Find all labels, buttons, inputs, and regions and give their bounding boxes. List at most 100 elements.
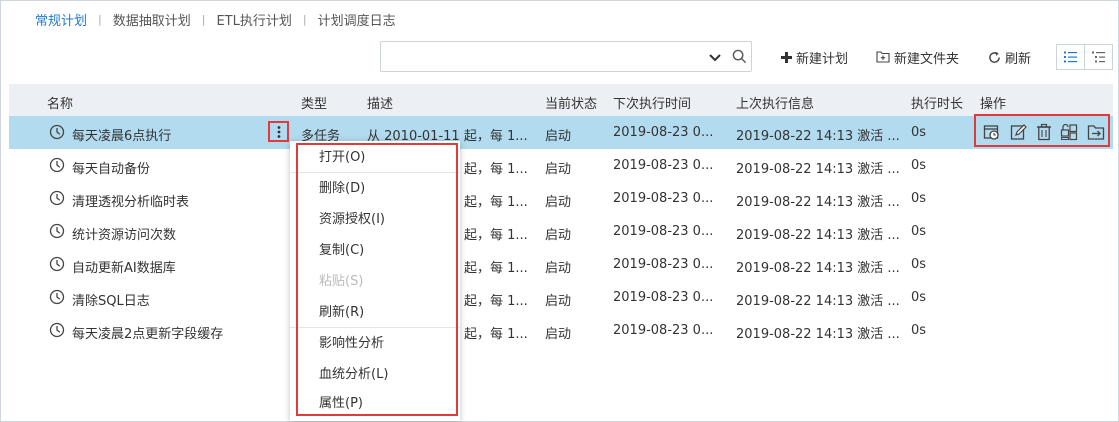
cell-status: 启动 bbox=[545, 228, 572, 243]
list-view-button[interactable] bbox=[1057, 45, 1085, 69]
cell-desc: 起，每 1... bbox=[464, 228, 528, 243]
delete-icon[interactable] bbox=[1035, 123, 1053, 141]
table-row[interactable]: 每天凌晨2点更新字段缓存 起，每 1... 启动 2019-08-23 0... 201… bbox=[9, 314, 1113, 347]
tab-data-extract-plan[interactable]: 数据抽取计划 bbox=[113, 10, 191, 29]
table-row[interactable]: 清除SQL日志 起，每 1... 启动 2019-08-23 0... 2019-08-… bbox=[9, 281, 1113, 314]
tab-bar: 常规计划 | 数据抽取计划 | ETL执行计划 | 计划调度日志 bbox=[35, 9, 396, 29]
cell-name: 自动更新AI数据库 bbox=[72, 261, 176, 276]
clock-icon bbox=[49, 289, 65, 305]
cell-next-run: 2019-08-23 0... bbox=[613, 125, 714, 140]
new-folder-label: 新建文件夹 bbox=[894, 51, 960, 67]
menu-item[interactable]: 影响性分析 bbox=[290, 329, 460, 359]
new-plan-button[interactable]: 新建计划 bbox=[781, 47, 848, 67]
cell-desc: 起，每 1... bbox=[464, 195, 528, 210]
clock-icon bbox=[49, 190, 65, 206]
cell-last-info: 2019-08-22 14:13 激活 ... bbox=[736, 261, 900, 276]
menu-item[interactable]: 复制(C) bbox=[290, 236, 460, 266]
clock-icon bbox=[49, 124, 65, 140]
cell-next-run: 2019-08-23 0... bbox=[613, 290, 714, 305]
table-row[interactable]: 自动更新AI数据库 起，每 1... 启动 2019-08-23 0... 2019-0… bbox=[9, 248, 1113, 281]
chevron-down-icon[interactable] bbox=[708, 50, 722, 64]
table-row[interactable]: 每天自动备份 起，每 1... 启动 2019-08-23 0... 2019-08-2… bbox=[9, 149, 1113, 182]
cell-last-info: 2019-08-22 14:13 激活 ... bbox=[736, 228, 900, 243]
cell-last-info: 2019-08-22 14:13 激活 ... bbox=[736, 327, 900, 342]
table-row[interactable]: 统计资源访问次数 起，每 1... 启动 2019-08-23 0... 2019-08… bbox=[9, 215, 1113, 248]
table-header: 名称 类型 描述 当前状态 下次执行时间 上次执行信息 执行时长 操作 bbox=[9, 84, 1113, 117]
clock-icon bbox=[49, 223, 65, 239]
clock-icon bbox=[49, 256, 65, 272]
cell-name: 每天自动备份 bbox=[72, 162, 151, 177]
cell-duration: 0s bbox=[911, 125, 927, 140]
list-view-icon bbox=[1064, 51, 1077, 63]
menu-item[interactable]: 打开(O) bbox=[290, 143, 460, 173]
tab-separator: | bbox=[302, 12, 307, 26]
column-header-status[interactable]: 当前状态 bbox=[545, 93, 597, 112]
export-icon[interactable] bbox=[1087, 123, 1105, 141]
menu-item[interactable]: 属性(P) bbox=[290, 389, 460, 419]
table-row[interactable]: 每天凌晨6点执行从 2010-01-11 起，每 1... 多任务 启动 2019-0… bbox=[9, 116, 1113, 149]
refresh-button[interactable]: 刷新 bbox=[988, 47, 1031, 67]
column-header-ops: 操作 bbox=[980, 97, 1007, 112]
cell-desc: 起，每 1... bbox=[464, 327, 528, 342]
cell-duration: 0s bbox=[911, 158, 927, 173]
clock-icon bbox=[49, 157, 65, 173]
column-header-duration[interactable]: 执行时长 bbox=[911, 93, 963, 112]
tab-etl-plan[interactable]: ETL执行计划 bbox=[216, 10, 291, 29]
more-options-button[interactable] bbox=[268, 121, 289, 142]
cell-last-info: 2019-08-22 14:13 激活 ... bbox=[736, 195, 900, 210]
cell-name: 每天凌晨6点执行 bbox=[72, 129, 172, 144]
cell-desc: 起，每 1... bbox=[464, 294, 528, 309]
tree-view-button[interactable] bbox=[1085, 45, 1112, 69]
cell-name: 统计资源访问次数 bbox=[72, 228, 177, 243]
new-folder-icon bbox=[876, 51, 890, 63]
tab-schedule-log[interactable]: 计划调度日志 bbox=[318, 10, 396, 29]
cell-duration: 0s bbox=[911, 191, 927, 206]
cell-last-info: 2019-08-22 14:13 激活 ... bbox=[736, 294, 900, 309]
refresh-icon bbox=[989, 51, 1000, 63]
menu-separator bbox=[290, 172, 460, 173]
column-header-next-run[interactable]: 下次执行时间 bbox=[613, 93, 691, 112]
cell-status: 启动 bbox=[545, 195, 572, 210]
column-header-last-info[interactable]: 上次执行信息 bbox=[736, 93, 814, 112]
more-vertical-icon bbox=[277, 125, 280, 138]
tab-separator: | bbox=[201, 12, 206, 26]
menu-item[interactable]: 血统分析(L) bbox=[290, 360, 460, 390]
plus-icon bbox=[781, 51, 792, 63]
column-header-desc[interactable]: 描述 bbox=[367, 93, 393, 112]
cell-duration: 0s bbox=[911, 257, 927, 272]
cell-status: 启动 bbox=[545, 294, 572, 309]
cell-next-run: 2019-08-23 0... bbox=[613, 323, 714, 338]
tab-regular-plan[interactable]: 常规计划 bbox=[35, 10, 87, 29]
menu-item[interactable]: 删除(D) bbox=[290, 174, 460, 204]
history-icon[interactable] bbox=[983, 123, 1001, 141]
view-toggle bbox=[1056, 44, 1113, 70]
new-folder-button[interactable]: 新建文件夹 bbox=[876, 47, 959, 67]
clock-icon bbox=[49, 322, 65, 338]
permission-icon[interactable] bbox=[1060, 123, 1078, 141]
column-header-name[interactable]: 名称 bbox=[47, 93, 73, 112]
cell-duration: 0s bbox=[911, 290, 927, 305]
cell-desc: 起，每 1... bbox=[464, 162, 528, 177]
edit-icon[interactable] bbox=[1010, 123, 1028, 141]
search-input[interactable] bbox=[381, 42, 701, 71]
cell-desc: 起，每 1... bbox=[464, 261, 528, 276]
table-row[interactable]: 清理透视分析临时表 起，每 1... 启动 2019-08-23 0... 2019-0… bbox=[9, 182, 1113, 215]
cell-last-info: 2019-08-22 14:13 激活 ... bbox=[736, 162, 900, 177]
cell-duration: 0s bbox=[911, 323, 927, 338]
cell-next-run: 2019-08-23 0... bbox=[613, 158, 714, 173]
context-menu: 打开(O) 删除(D) 资源授权(I) 复制(C) 粘贴(S) 刷新(R) 影响性分析 血统分… bbox=[290, 141, 460, 421]
column-header-type[interactable]: 类型 bbox=[301, 93, 327, 112]
menu-item: 粘贴(S) bbox=[319, 274, 364, 289]
cell-status: 启动 bbox=[545, 162, 572, 177]
cell-status: 启动 bbox=[545, 129, 572, 144]
cell-next-run: 2019-08-23 0... bbox=[613, 224, 714, 239]
cell-last-info: 2019-08-22 14:13 激活 ... bbox=[736, 129, 900, 144]
menu-item[interactable]: 资源授权(I) bbox=[290, 205, 460, 235]
cell-duration: 0s bbox=[911, 224, 927, 239]
cell-name: 清除SQL日志 bbox=[72, 294, 150, 309]
menu-item[interactable]: 刷新(R) bbox=[290, 298, 460, 328]
tab-separator: | bbox=[98, 12, 102, 26]
cell-name: 每天凌晨2点更新字段缓存 bbox=[72, 327, 224, 342]
menu-separator bbox=[290, 327, 460, 328]
search-icon[interactable] bbox=[732, 49, 747, 64]
